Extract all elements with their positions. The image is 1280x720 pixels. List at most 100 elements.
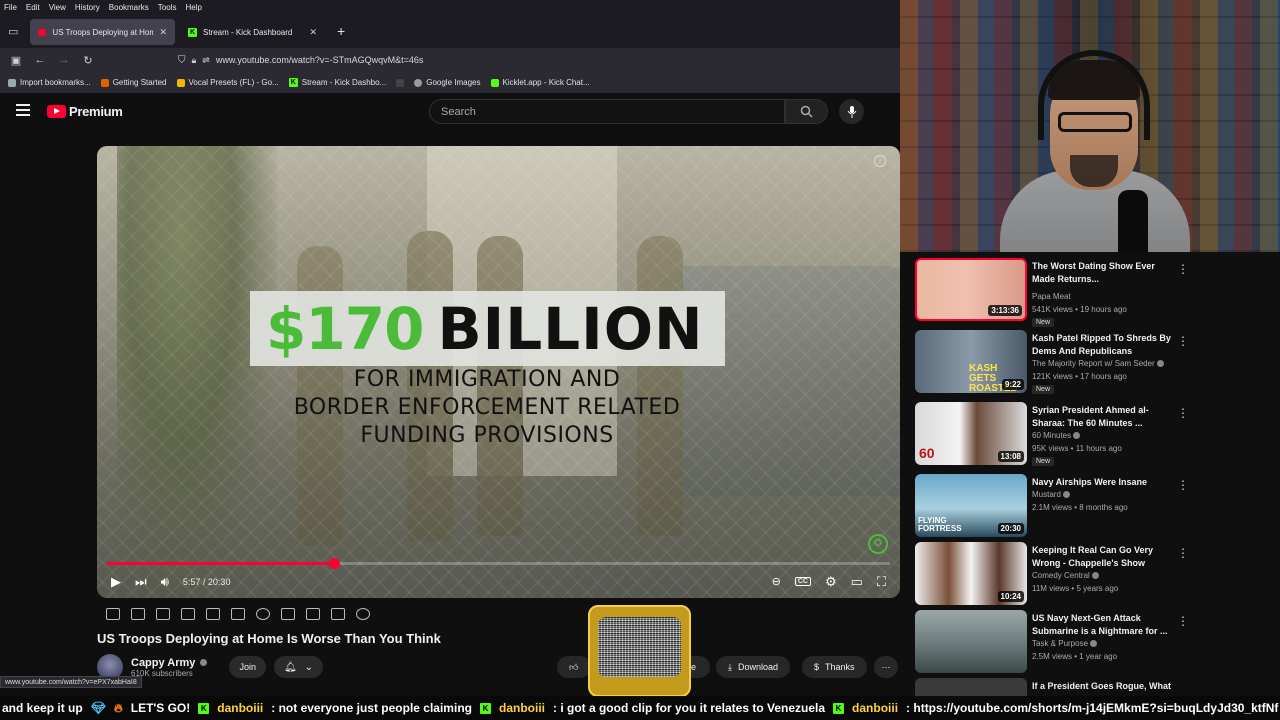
sidebar-toggle-icon[interactable]: ▣: [4, 54, 28, 67]
shield-icon[interactable]: ⛉: [178, 55, 186, 66]
video-title[interactable]: Kash Patel Ripped To Shreds By Dems And …: [1032, 332, 1172, 358]
menu-history[interactable]: History: [75, 3, 100, 12]
bookmark-label: Kicklet.app - Kick Chat...: [502, 78, 590, 87]
youtube-logo[interactable]: Premium: [47, 104, 123, 119]
audio-icon[interactable]: [131, 608, 145, 620]
video-title[interactable]: Syrian President Ahmed al-Sharaa: The 60…: [1032, 404, 1172, 430]
channel-name[interactable]: Papa Meat: [1032, 291, 1071, 303]
channel-name[interactable]: Comedy Central: [1032, 570, 1099, 582]
menu-tools[interactable]: Tools: [158, 3, 177, 12]
recommendation-item[interactable]: FLYING FORTRESS 20:30 Navy Airships Were…: [915, 474, 1275, 538]
chat-username: danboiii: [852, 701, 899, 715]
video-title[interactable]: The Worst Dating Show Ever Made Returns.…: [1032, 260, 1172, 286]
recommendation-item[interactable]: 60 13:08 Syrian President Ahmed al-Shara…: [915, 402, 1275, 466]
new-badge: New: [1032, 318, 1055, 327]
list-icon[interactable]: [231, 608, 245, 620]
recommendation-item[interactable]: 3:13:36 The Worst Dating Show Ever Made …: [915, 258, 1275, 327]
channel-name[interactable]: Task & Purpose: [1032, 638, 1098, 650]
video-title[interactable]: Keeping It Real Can Go Very Wrong - Chap…: [1032, 544, 1172, 570]
recommendation-item[interactable]: KASH GETS ROASTED 9:22 Kash Patel Ripped…: [915, 330, 1275, 394]
more-vertical-icon[interactable]: ⋮: [1177, 262, 1189, 276]
tab-list-icon[interactable]: ▭: [8, 25, 18, 38]
more-vertical-icon[interactable]: ⋮: [1177, 406, 1189, 420]
menu-view[interactable]: View: [49, 3, 66, 12]
bookmark-import[interactable]: Import bookmarks...: [8, 78, 91, 87]
verified-icon: [1062, 491, 1070, 499]
loop-icon[interactable]: [106, 608, 120, 620]
more-actions-button[interactable]: ⋯: [874, 656, 898, 678]
menu-help[interactable]: Help: [185, 3, 201, 12]
thanks-button[interactable]: $ Thanks: [802, 656, 867, 678]
overlay-line: BORDER ENFORCEMENT RELATED: [293, 395, 681, 420]
menu-icon[interactable]: [16, 104, 30, 119]
tab-youtube[interactable]: US Troops Deploying at Home ✕: [30, 19, 175, 45]
theater-mode-icon[interactable]: ▭: [851, 574, 863, 590]
captions-icon[interactable]: CC: [794, 577, 811, 586]
thumbnail[interactable]: 10:24: [915, 542, 1027, 605]
back-icon[interactable]: ←: [28, 54, 52, 66]
speed-icon[interactable]: [256, 608, 270, 620]
fullscreen-icon[interactable]: ⛶: [877, 574, 886, 590]
download-button[interactable]: ⤓ Download: [716, 656, 791, 678]
recommendation-item[interactable]: 10:24 Keeping It Real Can Go Very Wrong …: [915, 542, 1275, 606]
video-title[interactable]: If a President Goes Rogue, What: [1032, 680, 1192, 693]
thumbnail[interactable]: FLYING FORTRESS 20:30: [915, 474, 1027, 537]
miniplayer-icon[interactable]: [206, 608, 220, 620]
thumbnail[interactable]: KASH GETS ROASTED 9:22: [915, 330, 1027, 393]
bookmark-kick-dashboard[interactable]: K Stream - Kick Dashbo...: [288, 78, 386, 87]
channel-name[interactable]: The Majority Report w/ Sam Seder: [1032, 358, 1164, 370]
film-icon[interactable]: [181, 608, 195, 620]
join-button[interactable]: Join: [229, 656, 266, 678]
recommendation-item[interactable]: US Navy Next-Gen Attack Submarine is a N…: [915, 610, 1275, 674]
more-vertical-icon[interactable]: ⋮: [1177, 546, 1189, 560]
channel-name[interactable]: Mustard: [1032, 489, 1070, 501]
play-icon[interactable]: ▶: [111, 574, 121, 590]
permissions-icon[interactable]: ⇌: [202, 55, 210, 66]
video-player[interactable]: i $170 BILLION FOR IMMIGRATION AND BORDE…: [97, 146, 900, 598]
bookmark-getting-started[interactable]: Getting Started: [100, 78, 167, 87]
bookmark-google-images[interactable]: Google Images: [414, 78, 481, 87]
info-icon[interactable]: i: [874, 155, 886, 167]
video-title[interactable]: US Navy Next-Gen Attack Submarine is a N…: [1032, 612, 1172, 638]
gear-icon[interactable]: [356, 608, 370, 620]
pip-icon[interactable]: [156, 608, 170, 620]
tab-kick-dashboard[interactable]: K Stream - Kick Dashboard ✕: [180, 19, 325, 45]
new-tab-icon[interactable]: +: [337, 23, 345, 39]
close-tab-icon[interactable]: ✕: [159, 27, 167, 38]
more-vertical-icon[interactable]: ⋮: [1177, 334, 1189, 348]
chat-message: LET'S GO!: [130, 701, 191, 715]
notification-bell-button[interactable]: 🔔︎ ⌄: [273, 656, 324, 678]
autoplay-toggle-icon[interactable]: ⊖: [772, 575, 781, 588]
forward-icon[interactable]: →: [52, 54, 76, 66]
channel-watermark-icon[interactable]: ✪: [868, 534, 888, 554]
channel-name[interactable]: Cappy Army: [131, 657, 208, 669]
voice-search-button[interactable]: [839, 99, 864, 124]
search-button[interactable]: [785, 99, 828, 124]
like-button[interactable]: 👍︎: [557, 656, 591, 678]
menu-edit[interactable]: Edit: [26, 3, 40, 12]
reload-icon[interactable]: ↻: [76, 54, 100, 67]
thumbnail[interactable]: [915, 610, 1027, 673]
url-text[interactable]: www.youtube.com/watch?v=-STmAGQwqvM&t=46…: [216, 55, 424, 65]
bookmark-vocal-presets[interactable]: Vocal Presets (FL) - Go...: [176, 78, 279, 87]
menu-file[interactable]: File: [4, 3, 17, 12]
settings-gear-icon[interactable]: ⚙: [825, 574, 837, 590]
lock-icon[interactable]: 🔒︎: [192, 55, 197, 66]
more-vertical-icon[interactable]: ⋮: [1177, 478, 1189, 492]
thumbnail[interactable]: 3:13:36: [915, 258, 1027, 321]
menu-bookmarks[interactable]: Bookmarks: [109, 3, 149, 12]
add-icon[interactable]: [281, 608, 295, 620]
search-input[interactable]: Search: [429, 99, 785, 124]
bookmark-kicklet[interactable]: Kicklet.app - Kick Chat...: [490, 78, 590, 87]
bookmark-s[interactable]: S: [396, 78, 405, 87]
thumbnail[interactable]: 60 13:08: [915, 402, 1027, 465]
volume-icon[interactable]: 🔊︎: [161, 574, 169, 590]
screenshot-icon[interactable]: [306, 608, 320, 620]
more-vertical-icon[interactable]: ⋮: [1177, 614, 1189, 628]
next-icon[interactable]: ⏭: [135, 574, 147, 590]
close-tab-icon[interactable]: ✕: [309, 27, 317, 38]
channel-name[interactable]: 60 Minutes: [1032, 430, 1081, 442]
video-title[interactable]: Navy Airships Were Insane: [1032, 476, 1172, 489]
address-bar[interactable]: ⛉ 🔒︎ ⇌ www.youtube.com/watch?v=-STmAGQwq…: [178, 52, 888, 68]
keyboard-icon[interactable]: [331, 608, 345, 620]
